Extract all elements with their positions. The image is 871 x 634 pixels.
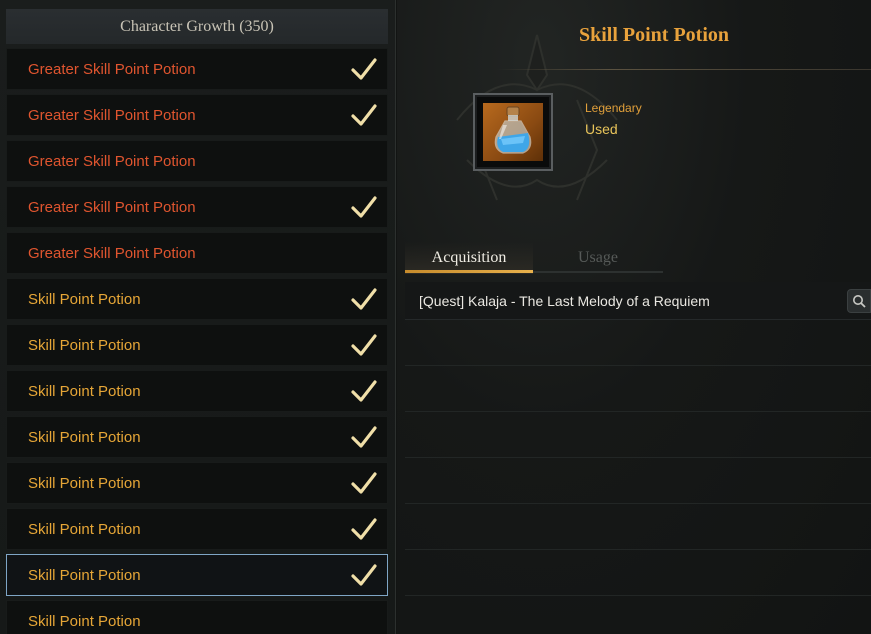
- tab-usage[interactable]: Usage: [533, 242, 663, 274]
- item-rarity: Legendary: [585, 101, 642, 115]
- acquisition-source: [Quest] Kalaja - The Last Melody of a Re…: [419, 292, 710, 309]
- acquisition-row-empty: [405, 458, 871, 504]
- potion-bottle-icon: [494, 106, 532, 154]
- checkmark-icon: [351, 333, 377, 357]
- item-status: Used: [585, 121, 618, 137]
- locate-button[interactable]: [847, 289, 871, 313]
- checkmark-icon: [351, 425, 377, 449]
- checkmark-icon: [351, 563, 377, 587]
- list-item-label: Skill Point Potion: [28, 382, 141, 400]
- checkmark-icon: [351, 517, 377, 541]
- list-item[interactable]: Skill Point Potion: [6, 600, 388, 634]
- item-list: Greater Skill Point Potion Greater Skill …: [6, 48, 388, 634]
- item-detail-panel: Skill Point Potion Legendary Used Acquis…: [397, 0, 871, 634]
- list-item[interactable]: Skill Point Potion: [6, 416, 388, 458]
- list-item-label: Skill Point Potion: [28, 428, 141, 446]
- list-item-label: Greater Skill Point Potion: [28, 106, 196, 124]
- list-item[interactable]: Skill Point Potion: [6, 324, 388, 366]
- title-divider: [497, 69, 871, 70]
- checkmark-icon: [351, 195, 377, 219]
- acquisition-row-empty: [405, 550, 871, 596]
- search-icon: [853, 295, 866, 308]
- list-item[interactable]: Greater Skill Point Potion: [6, 140, 388, 182]
- tab-active-indicator: [405, 270, 533, 273]
- list-item[interactable]: Skill Point Potion: [6, 554, 388, 596]
- checkmark-icon: [351, 471, 377, 495]
- list-item[interactable]: Skill Point Potion: [6, 462, 388, 504]
- acquisition-list: [Quest] Kalaja - The Last Melody of a Re…: [405, 282, 871, 596]
- category-header: Character Growth (350): [6, 9, 388, 44]
- list-item-label: Greater Skill Point Potion: [28, 152, 196, 170]
- item-icon-background: [483, 103, 543, 161]
- category-title: Character Growth (350): [120, 17, 274, 35]
- list-item-label: Skill Point Potion: [28, 290, 141, 308]
- list-item[interactable]: Greater Skill Point Potion: [6, 232, 388, 274]
- acquisition-row-empty: [405, 320, 871, 366]
- list-item[interactable]: Skill Point Potion: [6, 508, 388, 550]
- list-item[interactable]: Greater Skill Point Potion: [6, 94, 388, 136]
- acquisition-row-empty: [405, 504, 871, 550]
- list-item[interactable]: Skill Point Potion: [6, 278, 388, 320]
- checkmark-icon: [351, 103, 377, 127]
- list-item[interactable]: Skill Point Potion: [6, 370, 388, 412]
- list-item-label: Skill Point Potion: [28, 520, 141, 538]
- list-item-label: Greater Skill Point Potion: [28, 198, 196, 216]
- item-title: Skill Point Potion: [578, 23, 730, 46]
- list-item-label: Greater Skill Point Potion: [28, 60, 196, 78]
- list-item-label: Skill Point Potion: [28, 336, 141, 354]
- tab-divider: [533, 271, 663, 273]
- list-item[interactable]: Greater Skill Point Potion: [6, 186, 388, 228]
- acquisition-row-empty: [405, 366, 871, 412]
- checkmark-icon: [351, 57, 377, 81]
- item-icon-frame: [473, 93, 553, 171]
- acquisition-row[interactable]: [Quest] Kalaja - The Last Melody of a Re…: [405, 282, 871, 320]
- list-item-label: Greater Skill Point Potion: [28, 244, 196, 262]
- list-item[interactable]: Greater Skill Point Potion: [6, 48, 388, 90]
- checkmark-icon: [351, 287, 377, 311]
- acquisition-row-empty: [405, 412, 871, 458]
- collection-list-panel: Character Growth (350) Greater Skill Poi…: [0, 0, 396, 634]
- list-item-label: Skill Point Potion: [28, 566, 141, 584]
- list-item-label: Skill Point Potion: [28, 612, 141, 630]
- detail-tabs: Acquisition Usage: [405, 242, 663, 274]
- list-item-label: Skill Point Potion: [28, 474, 141, 492]
- checkmark-icon: [351, 379, 377, 403]
